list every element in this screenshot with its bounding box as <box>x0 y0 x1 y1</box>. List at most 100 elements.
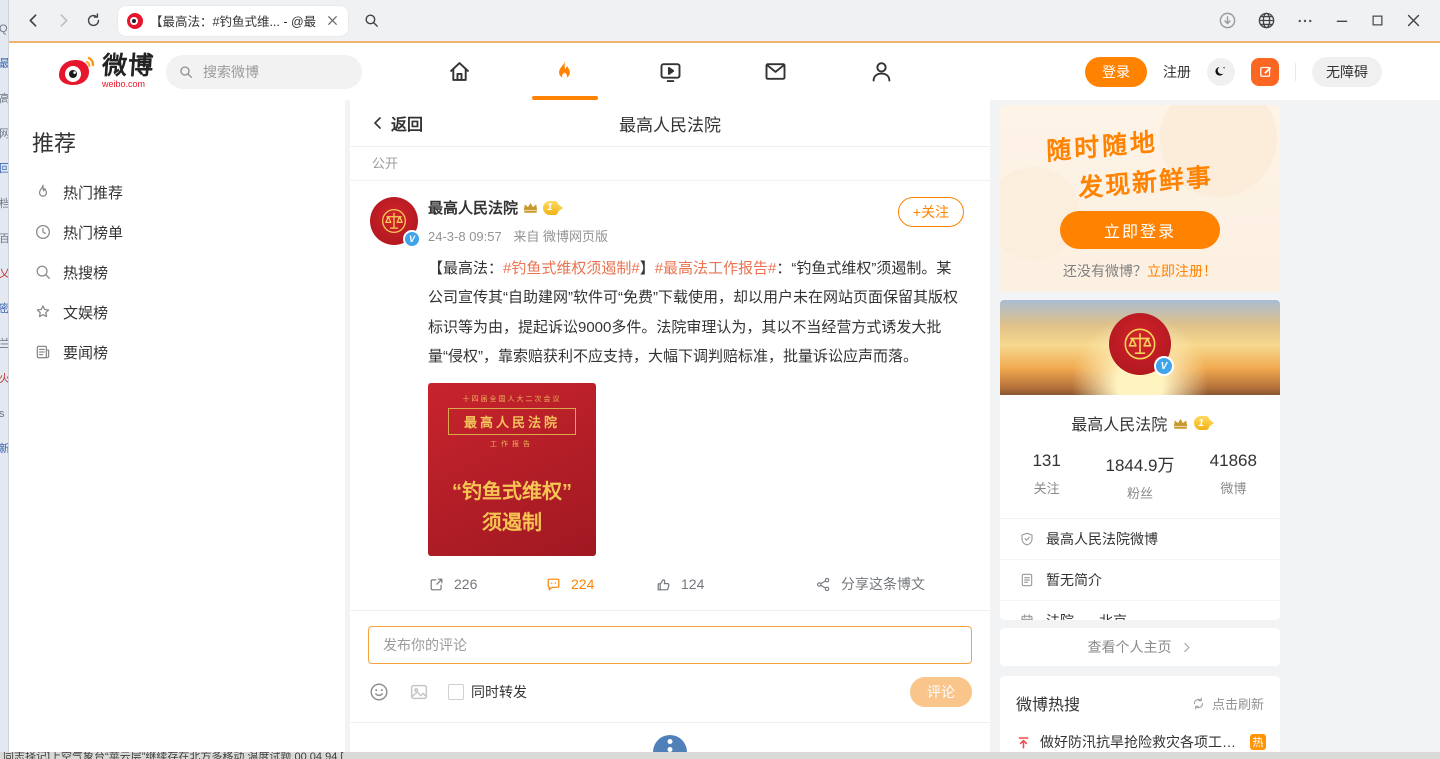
post-source[interactable]: 来自 微博网页版 <box>513 229 608 244</box>
browser-back-button[interactable] <box>18 6 48 36</box>
edge-char: Q <box>0 24 8 35</box>
compose-button[interactable] <box>1251 58 1279 86</box>
profile-bio-row: 暂无简介 <box>1000 560 1280 601</box>
search-input[interactable] <box>201 63 345 81</box>
browser-forward-button[interactable] <box>48 6 78 36</box>
comment-input[interactable] <box>381 636 959 654</box>
repost-icon <box>428 576 445 593</box>
edge-char: 乂 <box>0 269 8 280</box>
nav-video[interactable] <box>648 43 692 100</box>
edge-char: 火 <box>0 374 8 385</box>
hashtag-link[interactable]: #最高法工作报告# <box>655 260 777 277</box>
compose-icon <box>1258 64 1273 79</box>
stat-posts[interactable]: 41868 微博 <box>1187 451 1280 502</box>
dark-mode-button[interactable] <box>1207 58 1235 86</box>
post-text: 【最高法：#钓鱼式维权须遏制#】#最高法工作报告#：“钓鱼式维权”须遏制。某公司… <box>428 254 964 371</box>
author-name[interactable]: 最高人民法院 <box>428 197 518 218</box>
header-search[interactable] <box>166 55 362 89</box>
nav-hot[interactable] <box>543 43 587 100</box>
share-icon <box>815 576 832 593</box>
back-button[interactable]: 返回 <box>370 111 423 135</box>
weibo-logo[interactable]: 微博 weibo.com <box>56 52 154 90</box>
more-menu-icon[interactable] <box>1296 12 1314 30</box>
browser-tab[interactable]: 【最高法：#钓鱼式维... - @最 <box>118 6 348 36</box>
refresh-icon <box>85 12 102 29</box>
sidebar-item-hot-search[interactable]: 热搜榜 <box>8 252 345 292</box>
verified-badge: V <box>1154 356 1174 376</box>
comment-count: 224 <box>571 576 594 592</box>
organization-icon <box>1019 613 1035 620</box>
comment-icon <box>545 576 562 593</box>
main-column: 返回 最高人民法院 公开 V <box>350 100 990 752</box>
tab-close-icon[interactable] <box>326 14 339 27</box>
post-image[interactable]: 十四届全国人大二次会议 最高人民法院 工作报告 “钓鱼式维权” 须遏制 <box>428 383 596 556</box>
view-profile-button[interactable]: 查看个人主页 <box>1000 628 1280 666</box>
chevron-left-icon <box>25 12 42 29</box>
crown-icon <box>522 200 539 215</box>
flame-icon <box>34 183 52 201</box>
nav-messages[interactable] <box>754 43 798 100</box>
post: V 最高人民法院 1 24-3-8 09:57 来自 微博网页版 +关注 <box>350 181 990 610</box>
logo-text: 微博 <box>101 54 155 79</box>
promo-slogan-line2: 发现新鲜事 <box>1078 157 1214 205</box>
share-button[interactable]: 分享这条博文 <box>815 574 964 594</box>
browser-search-button[interactable] <box>356 6 386 36</box>
register-link[interactable]: 注册 <box>1163 62 1191 82</box>
hot-search-refresh[interactable]: 点击刷新 <box>1191 694 1264 713</box>
emoji-icon[interactable] <box>368 681 390 703</box>
like-button[interactable]: 124 <box>655 576 815 593</box>
hot-item-text: 做好防汛抗旱抢险救灾各项工… <box>1040 732 1236 752</box>
bio-text: 暂无简介 <box>1046 570 1102 590</box>
follow-button[interactable]: +关注 <box>898 197 964 227</box>
verified-badge: V <box>403 230 421 248</box>
category-text: 法院 <box>1046 611 1074 620</box>
sidebar-item-hot-ranking[interactable]: 热门榜单 <box>8 212 345 252</box>
divider <box>350 610 990 611</box>
image-upload-icon[interactable] <box>408 681 430 703</box>
minimize-icon[interactable] <box>1334 13 1350 29</box>
document-icon <box>1019 572 1035 588</box>
share-label: 分享这条博文 <box>841 574 925 594</box>
sidebar-item-entertainment[interactable]: 文娱榜 <box>8 292 345 332</box>
stat-following[interactable]: 131 关注 <box>1000 451 1093 502</box>
nav-home[interactable] <box>437 43 481 100</box>
repost-button[interactable]: 226 <box>428 576 545 593</box>
checkbox-icon[interactable] <box>448 684 464 700</box>
register-now-link[interactable]: 立即注册！ <box>1147 263 1217 279</box>
maximize-icon[interactable] <box>1370 13 1385 28</box>
edge-char: 回 <box>0 164 8 175</box>
edge-char: 最 <box>0 59 8 70</box>
pinned-top-icon <box>1016 735 1031 750</box>
comment-submit-button[interactable]: 评论 <box>910 677 972 707</box>
profile-verification-row: 最高人民法院微博 <box>1000 519 1280 560</box>
chevron-right-icon <box>1180 641 1193 654</box>
detail-header: 返回 最高人民法院 <box>350 100 990 147</box>
browser-refresh-button[interactable] <box>78 6 108 36</box>
stat-value: 41868 <box>1187 451 1280 471</box>
crown-icon <box>1172 416 1189 431</box>
sidebar-item-news[interactable]: 要闻榜 <box>8 332 345 372</box>
download-icon[interactable] <box>1218 11 1237 30</box>
promo-slogan-line1: 随时随地 <box>1046 122 1159 168</box>
sidebar-title: 推荐 <box>32 126 345 158</box>
post-text-part: 【最高法： <box>428 260 503 277</box>
stat-value: 1844.9万 <box>1093 451 1186 476</box>
hashtag-link[interactable]: #钓鱼式维权须遏制# <box>503 260 640 277</box>
window-close-icon[interactable] <box>1405 12 1422 29</box>
hot-search-item[interactable]: 做好防汛抗旱抢险救灾各项工… 热 <box>1000 732 1280 752</box>
globe-icon[interactable] <box>1257 11 1276 30</box>
post-text-part: 】 <box>640 260 655 277</box>
login-now-button[interactable]: 立即登录 <box>1060 211 1220 249</box>
comment-button[interactable]: 224 <box>545 576 655 593</box>
accessibility-button[interactable]: 无障碍 <box>1312 57 1382 87</box>
stat-followers[interactable]: 1844.9万 粉丝 <box>1093 451 1186 502</box>
login-button[interactable]: 登录 <box>1085 57 1147 87</box>
sidebar-item-hot-recommend[interactable]: 热门推荐 <box>8 172 345 212</box>
nav-profile[interactable] <box>859 43 903 100</box>
author-avatar[interactable]: V <box>370 197 418 245</box>
shield-verified-icon <box>1019 531 1035 547</box>
profile-name[interactable]: 最高人民法院 <box>1071 411 1167 435</box>
search-icon <box>178 64 194 80</box>
comment-composer[interactable] <box>368 626 972 664</box>
repost-also-checkbox[interactable]: 同时转发 <box>448 682 527 702</box>
